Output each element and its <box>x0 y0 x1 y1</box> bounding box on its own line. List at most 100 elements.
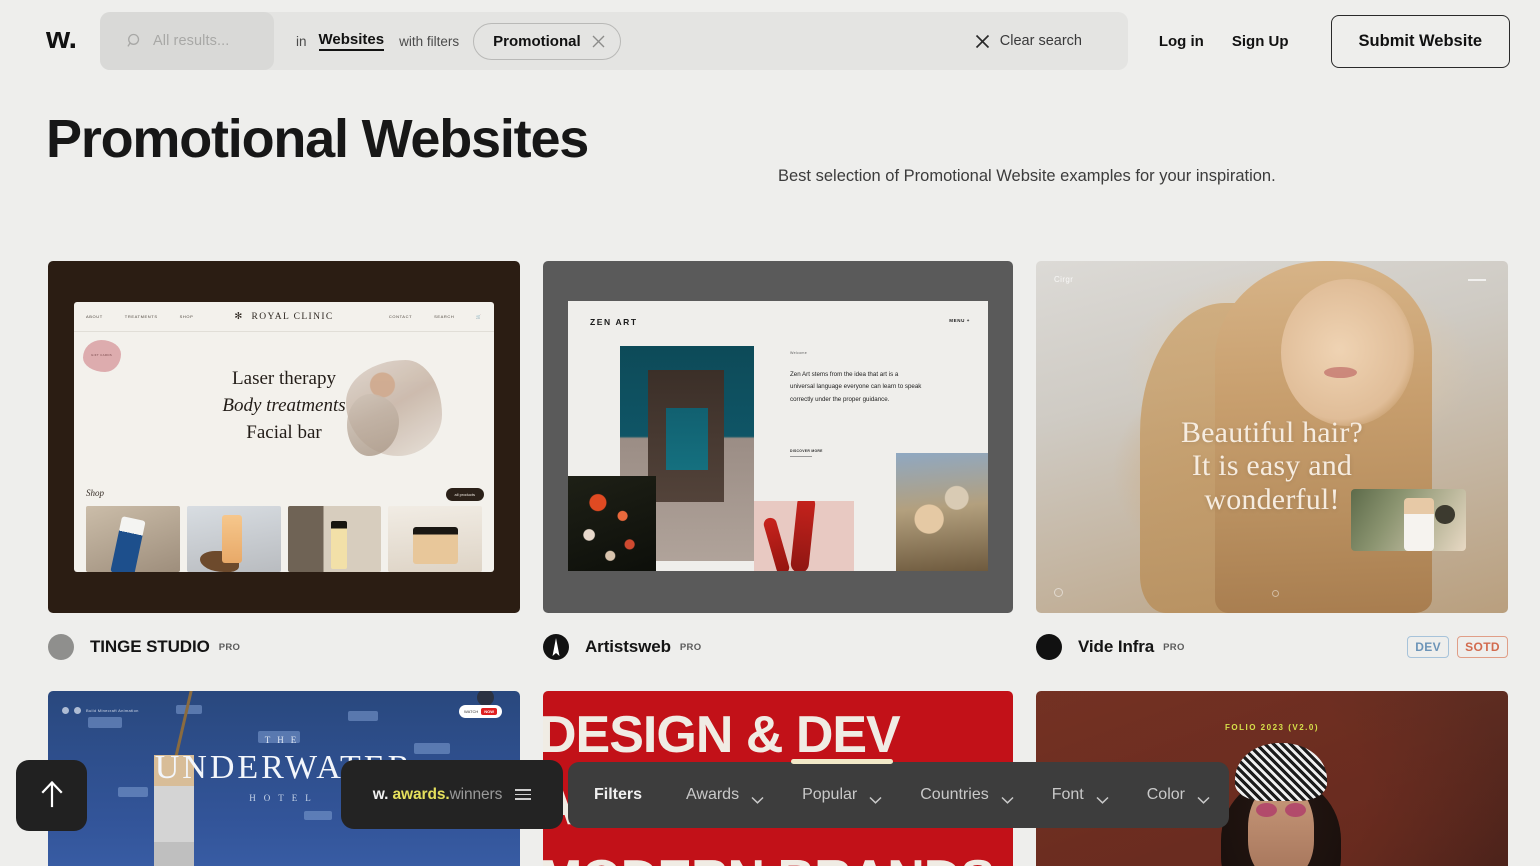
avatar <box>1036 634 1062 660</box>
website-card[interactable]: ABOUT TREATMENTS SHOP ✻ ROYAL CLINIC CON… <box>48 261 520 661</box>
status-badge-dev[interactable]: DEV <box>1407 636 1450 658</box>
top-header: w. All results... in Websites with filte… <box>0 0 1540 82</box>
product-thumb <box>86 506 180 572</box>
avatar <box>48 634 74 660</box>
chevron-down-icon <box>1096 791 1109 804</box>
status-badge-sotd[interactable]: SOTD <box>1457 636 1508 658</box>
preview-body-text: Zen Art stems from the idea that art is … <box>790 371 922 403</box>
website-name[interactable]: TINGE STUDIO <box>90 637 210 657</box>
picture-in-picture <box>1351 489 1466 551</box>
close-icon <box>975 34 990 49</box>
site-logo[interactable]: w. <box>46 22 77 53</box>
live-label: NOW <box>481 708 497 715</box>
clear-search-label: Clear search <box>999 33 1082 49</box>
header-actions: Log in Sign Up Submit Website <box>1145 12 1510 70</box>
filter-dropdown-popular[interactable]: Popular <box>783 759 901 828</box>
nav-item: ABOUT <box>86 314 103 319</box>
preview-frame: ZEN ART MENU + Welcome Zen Art stems fro… <box>568 301 988 571</box>
search-scope-websites[interactable]: Websites <box>318 31 385 51</box>
website-name[interactable]: Artistsweb <box>585 637 671 657</box>
filters-toolbar: Filters Awards Popular Countries Font Co… <box>568 759 1229 828</box>
arrow-up-icon <box>40 779 64 812</box>
submit-website-button[interactable]: Submit Website <box>1330 14 1510 68</box>
scroll-to-top-button[interactable] <box>16 760 87 831</box>
folio-label: FOLIO 2023 (V2.0) <box>1225 723 1319 732</box>
website-thumbnail[interactable]: ABOUT TREATMENTS SHOP ✻ ROYAL CLINIC CON… <box>48 261 520 613</box>
all-products-button: all products <box>445 488 484 501</box>
filter-dropdown-awards[interactable]: Awards <box>667 762 783 828</box>
filter-label: Font <box>1051 786 1084 803</box>
watch-label: WATCH <box>464 709 479 714</box>
filter-label: Color <box>1146 786 1185 803</box>
preview-brand: ✻ ROYAL CLINIC <box>234 311 334 323</box>
chevron-down-icon <box>1197 791 1210 804</box>
headline-line-1: Laser therapy <box>232 368 336 389</box>
product-thumb <box>388 506 482 572</box>
filter-dropdown-font[interactable]: Font <box>1033 762 1128 828</box>
search-in-label: in <box>296 33 307 49</box>
preview-brand-text: Cirgr <box>1054 275 1074 284</box>
filters-label: Filters <box>594 786 643 803</box>
page-subtitle: Best selection of Promotional Website ex… <box>778 167 1276 185</box>
nav-item: SHOP <box>179 314 194 319</box>
figure-shape <box>680 420 693 446</box>
bucket-hat <box>1235 743 1328 801</box>
awards-winners-word: winners <box>449 785 503 803</box>
website-card[interactable]: ZEN ART MENU + Welcome Zen Art stems fro… <box>543 261 1013 661</box>
product-row <box>86 506 482 572</box>
filter-chip-promotional[interactable]: Promotional <box>473 22 621 60</box>
preview-brand-text: ROYAL CLINIC <box>251 311 334 322</box>
menu-icon <box>1468 279 1486 281</box>
chevron-down-icon <box>751 791 764 804</box>
search-icon <box>127 33 143 49</box>
awards-winners-widget[interactable]: w. awards.winners <box>341 760 563 829</box>
discover-more-link: DISCOVER MORE <box>790 449 823 457</box>
product-thumb <box>186 506 281 572</box>
pro-badge: PRO <box>1163 641 1185 653</box>
preview-nav-right: CONTACT SEARCH 🛒 <box>389 314 482 319</box>
preview-headline: Laser therapy Body treatments Facial bar <box>74 366 494 447</box>
website-card[interactable]: Cirgr Beautiful hair? It is easy and won… <box>1036 261 1508 661</box>
preview-menu: MENU + <box>949 318 970 323</box>
filter-chip-label: Promotional <box>493 32 581 50</box>
hamburger-icon[interactable] <box>515 789 532 800</box>
shop-label: Shop <box>86 488 104 498</box>
page-title: Promotional Websites <box>46 109 589 169</box>
filter-dropdown-countries[interactable]: Countries <box>901 762 1032 828</box>
headline-line-1: Beautiful hair? <box>1180 415 1364 449</box>
flowers-image <box>568 476 656 571</box>
login-link[interactable]: Log in <box>1145 33 1218 50</box>
awards-word: awards. <box>392 785 450 803</box>
carousel-dot <box>1272 590 1279 597</box>
filter-dropdown-color[interactable]: Color <box>1128 762 1229 828</box>
search-placeholder-text: All results... <box>153 33 230 49</box>
close-icon[interactable] <box>592 35 605 48</box>
watch-now-badge: WATCH NOW <box>459 705 502 718</box>
welcome-label: Welcome <box>790 351 808 355</box>
website-name[interactable]: Vide Infra <box>1078 637 1154 657</box>
card-meta: Vide Infra PRO DEV SOTD <box>1036 633 1508 661</box>
headline-kicker: THE <box>264 735 304 745</box>
awards-w: w. <box>372 785 389 803</box>
avatar <box>543 634 569 660</box>
clear-search-button[interactable]: Clear search <box>975 12 1082 70</box>
website-thumbnail[interactable]: ZEN ART MENU + Welcome Zen Art stems fro… <box>543 261 1013 613</box>
pro-badge: PRO <box>218 641 241 653</box>
preview-brand-text: ZEN ART <box>590 317 638 327</box>
avatar <box>477 691 494 706</box>
website-thumbnail[interactable]: Cirgr Beautiful hair? It is easy and won… <box>1036 261 1508 613</box>
headline-line-2: It is easy and <box>1191 449 1353 483</box>
signup-link[interactable]: Sign Up <box>1218 33 1303 50</box>
chevron-down-icon <box>869 791 882 804</box>
nav-item: SEARCH <box>434 314 455 319</box>
painting-image <box>896 453 988 571</box>
headline-line-1: DESIGN & DEV <box>543 706 901 764</box>
with-filters-label: with filters <box>399 33 460 49</box>
nav-item: TREATMENTS <box>124 314 158 319</box>
search-input[interactable]: All results... <box>100 12 274 70</box>
lips-shape <box>1323 366 1357 378</box>
nav-note: Build Minecraft Animation <box>86 708 139 713</box>
filter-label: Popular <box>802 786 858 803</box>
card-badges: DEV SOTD <box>1407 636 1508 658</box>
coral-image <box>754 501 854 571</box>
